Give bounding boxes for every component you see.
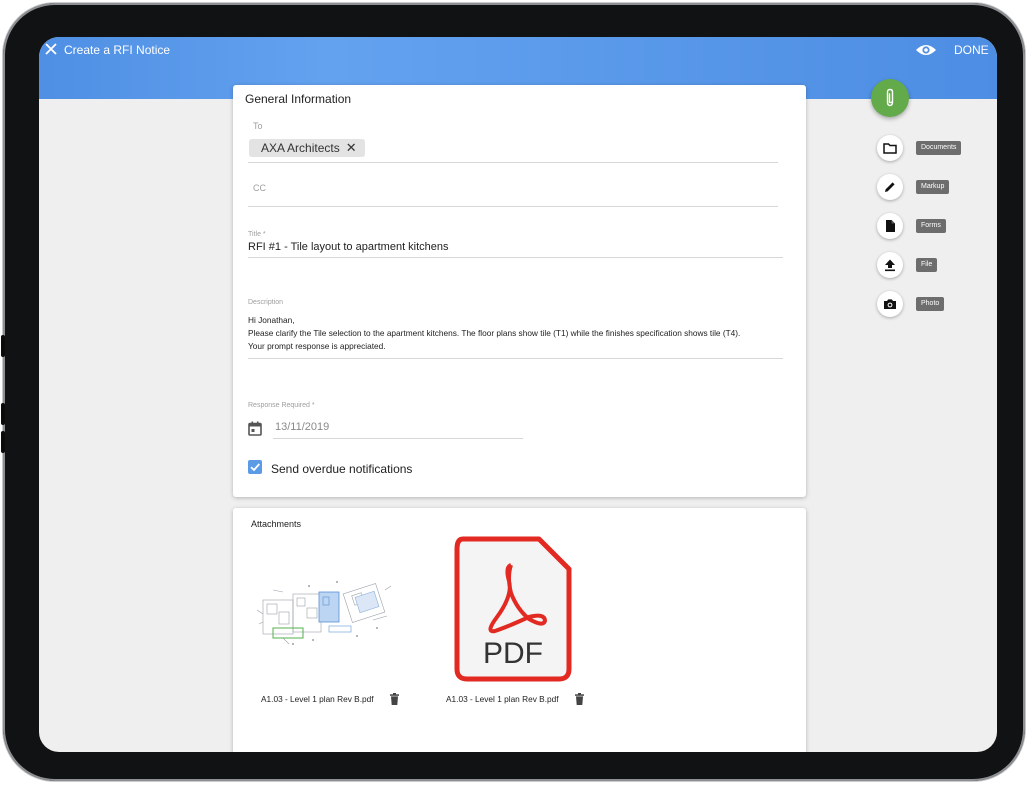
attach-fab-button[interactable]: [871, 79, 909, 117]
overdue-label: Send overdue notifications: [271, 462, 413, 476]
done-button[interactable]: DONE: [954, 43, 989, 57]
description-line: Please clarify the Tile selection to the…: [248, 328, 741, 338]
photo-action-label[interactable]: Photo: [916, 297, 945, 311]
title-field-underline: [248, 257, 783, 258]
calendar-icon[interactable]: [248, 421, 262, 441]
recipient-chip-label: AXA Architects: [261, 141, 340, 155]
pdf-badge-text: PDF: [483, 637, 543, 670]
file-action-label[interactable]: File: [916, 258, 938, 272]
description-line: Hi Jonathan,: [248, 315, 295, 325]
description-label: Description: [248, 299, 284, 306]
hardware-button: [1, 335, 5, 357]
response-required-label: Response Required *: [248, 402, 315, 409]
trash-icon[interactable]: [390, 692, 399, 710]
remove-chip-icon[interactable]: ✕: [346, 140, 357, 155]
cc-field[interactable]: CC: [253, 183, 266, 193]
file-action-button[interactable]: [877, 252, 903, 278]
documents-action-button[interactable]: [877, 135, 903, 161]
description-field[interactable]: Hi Jonathan, Please clarify the Tile sel…: [248, 314, 800, 353]
close-icon[interactable]: [45, 43, 59, 57]
markup-action-label[interactable]: Markup: [916, 180, 950, 194]
upload-icon: [885, 259, 895, 272]
folder-icon: [883, 143, 897, 154]
pdf-file-icon[interactable]: PDF: [453, 535, 573, 683]
title-field[interactable]: RFI #1 - Tile layout to apartment kitche…: [248, 241, 449, 253]
forms-action-label[interactable]: Forms: [916, 219, 946, 233]
cc-field-underline: [248, 206, 778, 207]
date-field-underline: [273, 438, 523, 439]
title-label: Title *: [248, 231, 266, 238]
attachment-name: A1.03 - Level 1 plan Rev B.pdf: [261, 694, 374, 704]
recipient-chip[interactable]: AXA Architects ✕: [249, 139, 365, 157]
camera-icon: [884, 299, 896, 309]
response-date-field[interactable]: 13/11/2019: [275, 421, 329, 433]
trash-icon[interactable]: [575, 692, 584, 710]
overdue-checkbox[interactable]: [248, 460, 262, 474]
attachments-card: Attachments A1.03 - Level 1 plan Rev B.p…: [233, 508, 806, 752]
markup-action-button[interactable]: [877, 174, 903, 200]
forms-action-button[interactable]: [877, 213, 903, 239]
section-heading: General Information: [245, 92, 352, 106]
drawing-thumbnail[interactable]: [253, 570, 401, 652]
attachment-name: A1.03 - Level 1 plan Rev B.pdf: [446, 694, 559, 704]
hardware-button: [1, 403, 5, 425]
general-information-card: General Information To AXA Architects ✕ C…: [233, 85, 806, 497]
file-icon: [886, 220, 895, 232]
attachments-heading: Attachments: [251, 519, 302, 529]
to-label: To: [253, 121, 263, 131]
documents-action-label[interactable]: Documents: [916, 141, 962, 155]
pencil-icon: [885, 182, 895, 192]
eye-icon[interactable]: [915, 43, 937, 62]
tablet-frame: Create a RFI Notice DONE General Informa…: [1, 3, 1025, 781]
page-title: Create a RFI Notice: [64, 43, 171, 57]
photo-action-button[interactable]: [877, 291, 903, 317]
description-field-underline: [248, 358, 783, 359]
app-screen: Create a RFI Notice DONE General Informa…: [39, 37, 997, 752]
to-field-underline: [248, 162, 778, 163]
hardware-button: [1, 431, 5, 453]
description-line: Your prompt response is appreciated.: [248, 341, 386, 351]
paperclip-icon: [884, 88, 896, 113]
